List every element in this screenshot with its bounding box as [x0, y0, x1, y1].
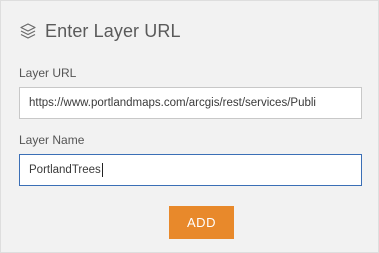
layer-url-label: Layer URL [19, 66, 77, 80]
panel-header: Enter Layer URL [19, 20, 181, 42]
text-caret [101, 162, 103, 177]
layer-name-label: Layer Name [19, 133, 85, 147]
layer-url-input[interactable]: https://www.portlandmaps.com/arcgis/rest… [19, 87, 362, 119]
layer-url-value: https://www.portlandmaps.com/arcgis/rest… [29, 97, 316, 109]
layer-name-value: PortlandTrees [29, 164, 101, 176]
layers-icon [19, 22, 37, 40]
layer-name-input[interactable]: PortlandTrees [19, 154, 362, 186]
add-layer-panel: Enter Layer URL Layer URL https://www.po… [0, 0, 379, 253]
add-button[interactable]: ADD [169, 206, 234, 239]
panel-title: Enter Layer URL [45, 20, 181, 41]
